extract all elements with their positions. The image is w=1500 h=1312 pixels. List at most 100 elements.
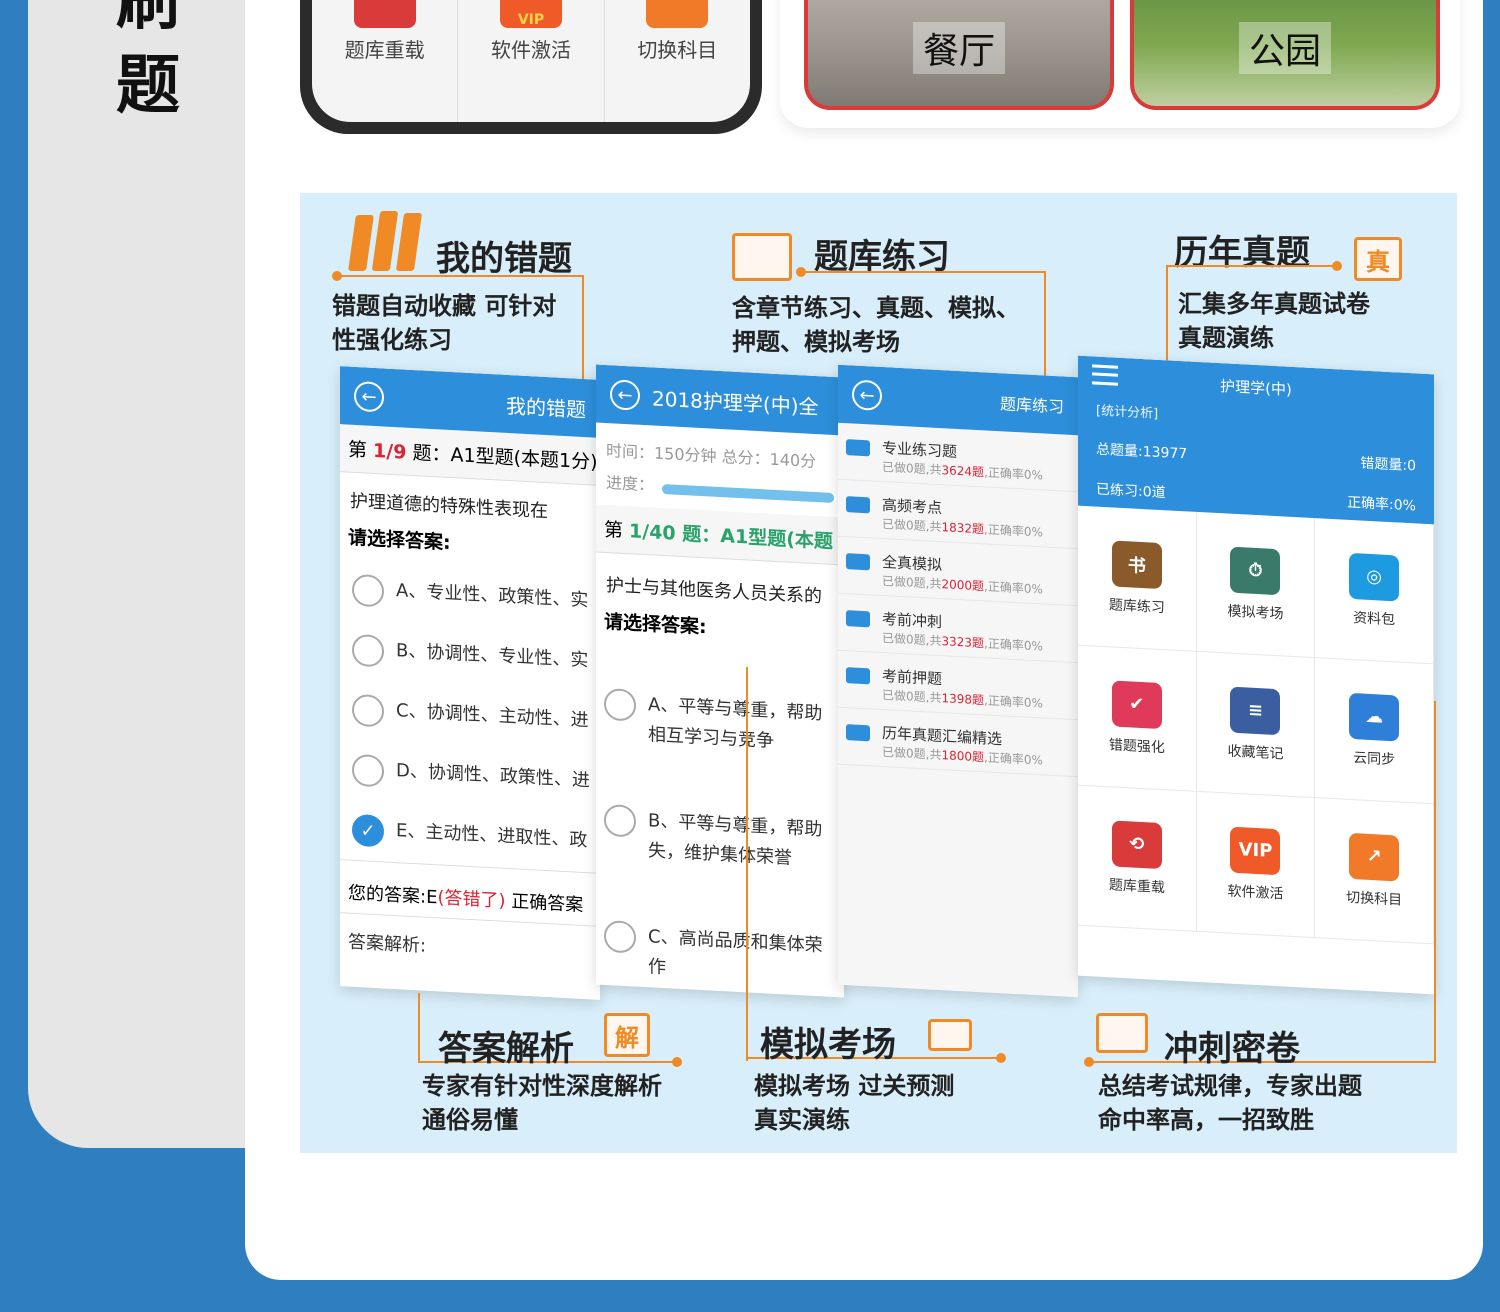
folder-icon	[846, 610, 870, 628]
grid-item-switch[interactable]: ↗ 切换科目	[1315, 798, 1434, 945]
option-text: C、高尚品质和集体荣 作	[648, 926, 823, 979]
grid-item-label: 资料包	[1353, 609, 1396, 628]
grid-item-wrong[interactable]: ✔ 错题强化	[1078, 645, 1197, 792]
presenter-icon	[1096, 1013, 1148, 1053]
answer-wrong: (答错了)	[437, 887, 506, 912]
connector-dot	[672, 1057, 682, 1067]
stat-wrong: 错题量:0	[1360, 455, 1416, 475]
option-text: A、平等与尊重，帮助 相互学习与竞争	[648, 694, 823, 752]
feature-desc-sprint: 总结考试规律，专家出题 命中率高，一招致胜	[1098, 1069, 1362, 1137]
stat-row: 总题量:13977 错题量:0	[1096, 439, 1416, 476]
switch-icon	[646, 0, 709, 28]
grid-item-label: 切换科目	[1346, 889, 1403, 909]
answer-option[interactable]: B、平等与尊重，帮助 失，维护集体荣誉	[596, 803, 844, 877]
grid-item-label: 错题强化	[1108, 736, 1165, 756]
folder-icon	[846, 439, 870, 457]
back-arrow-icon[interactable]: ←	[610, 379, 640, 411]
phone-mockup: 题库重载 VIP 软件激活 切换科目	[300, 0, 762, 134]
radio-icon	[604, 687, 636, 722]
scene-label: 公园	[1238, 22, 1331, 74]
desc-line: 总结考试规律，专家出题	[1098, 1072, 1362, 1100]
stats-count: 3624题	[941, 463, 984, 480]
grid-item-label: 题库练习	[1108, 596, 1165, 616]
grid-item-activate[interactable]: VIP 软件激活	[1196, 791, 1316, 939]
app-bar-title: 2018护理学(中)全	[652, 385, 819, 419]
stats-count: 1398题	[941, 691, 984, 708]
pocket-icon: ✔	[1111, 679, 1162, 729]
reload-icon	[353, 0, 416, 28]
desc-line: 命中率高，一招致胜	[1098, 1106, 1314, 1134]
answer-prefix: 您的答案:E	[348, 882, 438, 909]
phone-cell-label: 软件激活	[490, 40, 571, 62]
connector-line	[1434, 701, 1436, 1063]
option-text: D、协调性、政策性、进	[396, 760, 590, 792]
app-bar-title: 题库练习	[999, 394, 1064, 417]
feature-title-wrong: 我的错题	[436, 239, 572, 279]
radio-icon	[352, 753, 384, 788]
stats-post: ,正确率0%	[984, 522, 1043, 540]
screenshot-home: 护理学(中) [统计分析] 总题量:13977 错题量:0 已练习:0道 正确率…	[1078, 355, 1434, 995]
desc-line: 性强化练习	[332, 326, 452, 354]
grid-item-reload[interactable]: ⟲ 题库重载	[1078, 785, 1197, 932]
stats-post: ,正确率0%	[984, 636, 1043, 654]
option-text: A、专业性、政策性、实	[396, 580, 589, 612]
phone-cell-switch[interactable]: 切换科目	[605, 0, 750, 122]
side-title: 刷题	[116, 0, 180, 123]
connector-line	[804, 271, 1046, 273]
desc-line: 押题、模拟考场	[732, 328, 900, 356]
phone-cell-reload[interactable]: 题库重载	[312, 0, 459, 122]
grid-item-label: 收藏笔记	[1227, 743, 1284, 762]
back-arrow-icon[interactable]: ←	[852, 379, 882, 412]
feature-title-mock: 模拟考场	[760, 1025, 896, 1065]
book-icon: 书	[1111, 539, 1162, 589]
stats-pre: 已做0题,共	[882, 631, 942, 649]
phone-cell-activate[interactable]: VIP 软件激活	[458, 0, 605, 122]
stats-tag: [统计分析]	[1096, 403, 1159, 422]
stats-post: ,正确率0%	[984, 750, 1043, 768]
vip-badge: VIP	[517, 12, 545, 28]
desc-line: 通俗易懂	[422, 1106, 518, 1134]
stats-count: 1832题	[941, 520, 984, 537]
option-text: E、主动性、进取性、政	[396, 820, 588, 852]
grid-item-mock-exam[interactable]: ⏱ 模拟考场	[1196, 511, 1316, 659]
stats-post: ,正确率0%	[984, 465, 1043, 483]
grid-item-label: 题库重载	[1108, 876, 1165, 896]
grid-item-cloud-sync[interactable]: ☁ 云同步	[1315, 658, 1434, 805]
scene-park: 公园	[1130, 0, 1440, 110]
screenshot-practice-list: ← 题库练习 专业练习题 已做0题,共3624题,正确率0% 高频考点 已做0题,共…	[838, 364, 1078, 998]
menu-icon[interactable]	[1092, 364, 1118, 386]
folders-icon	[348, 211, 423, 271]
phone-screen: 题库重载 VIP 软件激活 切换科目	[312, 0, 750, 122]
option-text: C、协调性、主动性、进	[396, 700, 589, 732]
stats-count: 3323题	[941, 634, 984, 651]
connector-dot	[1084, 1057, 1094, 1067]
answer-option[interactable]: C、高尚品质和集体荣 作	[596, 919, 844, 993]
grid-item-notes[interactable]: ≡ 收藏笔记	[1196, 651, 1316, 799]
grid-item-materials[interactable]: ◎ 资料包	[1315, 518, 1434, 665]
stats-pre: 已做0题,共	[882, 745, 942, 763]
connector-line	[418, 993, 420, 1063]
back-arrow-icon[interactable]: ←	[354, 380, 384, 413]
grid-item-label: 软件激活	[1227, 883, 1284, 902]
grid-item-label: 云同步	[1353, 749, 1396, 768]
phone-cell-label: 题库重载	[344, 40, 425, 62]
feature-desc-past: 汇集多年真题试卷 真题演练	[1178, 287, 1370, 355]
desc-line: 专家有针对性深度解析	[422, 1072, 662, 1100]
feature-title-analysis: 答案解析	[438, 1029, 574, 1069]
stats-count: 2000题	[941, 577, 984, 594]
stats-pre: 已做0题,共	[882, 517, 942, 535]
notebook-icon	[732, 233, 792, 281]
stats-post: ,正确率0%	[984, 693, 1043, 711]
answer-option[interactable]: A、平等与尊重，帮助 相互学习与竞争	[596, 687, 844, 761]
screenshot-wrong-questions: ← 我的错题 第 1/9 题：A1型题(本题1分) 护理道德的特殊性表现在 请选…	[340, 366, 600, 1000]
radio-icon	[604, 803, 636, 838]
chat-icon: ◎	[1349, 552, 1400, 602]
q-prefix: 第	[604, 518, 630, 543]
grid-item-practice[interactable]: 书题库练习	[1078, 505, 1197, 652]
list-item[interactable]: 历年真题汇编精选 已做0题,共1800题,正确率0%	[838, 707, 1078, 778]
exam-paper-icon: 真	[1354, 237, 1402, 281]
feature-desc-practice: 含章节练习、真题、模拟、 押题、模拟考场	[732, 291, 1020, 359]
radio-icon	[604, 919, 636, 954]
answer-key-icon: 解	[604, 1013, 650, 1057]
stat-rate: 正确率:0%	[1347, 494, 1416, 515]
